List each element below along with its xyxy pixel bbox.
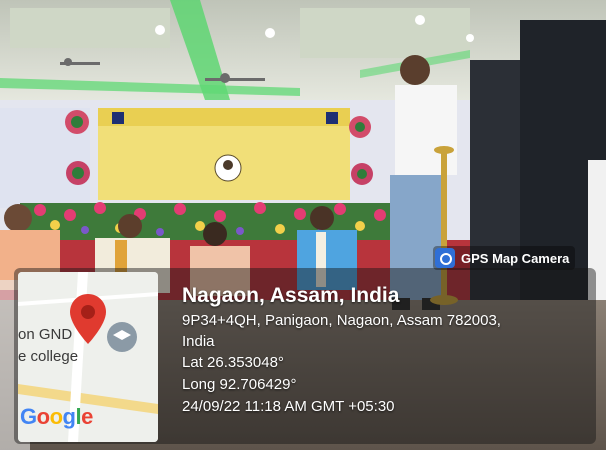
longitude-text: Long 92.706429°: [182, 376, 297, 393]
google-logo: Google: [20, 404, 93, 429]
address-line-2: India: [182, 333, 215, 350]
map-label-college: e college: [18, 348, 79, 365]
datetime-text: 24/09/22 11:18 AM GMT +05:30: [182, 398, 395, 415]
gps-map-camera-badge: GPS Map Camera: [433, 246, 576, 270]
location-city: Nagaon, Assam, India: [182, 284, 400, 307]
gps-badge-label: GPS Map Camera: [461, 250, 570, 266]
mini-map[interactable]: on GND e college Google: [18, 272, 158, 442]
latitude-text: Lat 26.353048°: [182, 354, 284, 371]
location-info: Nagaon, Assam, India 9P34+4QH, Panigaon,…: [182, 282, 596, 418]
map-pin-icon: [70, 294, 106, 344]
camera-pin-icon: [435, 248, 455, 268]
map-label-road: on GND: [18, 326, 73, 343]
address-line-1: 9P34+4QH, Panigaon, Nagaon, Assam 782003…: [182, 312, 501, 329]
